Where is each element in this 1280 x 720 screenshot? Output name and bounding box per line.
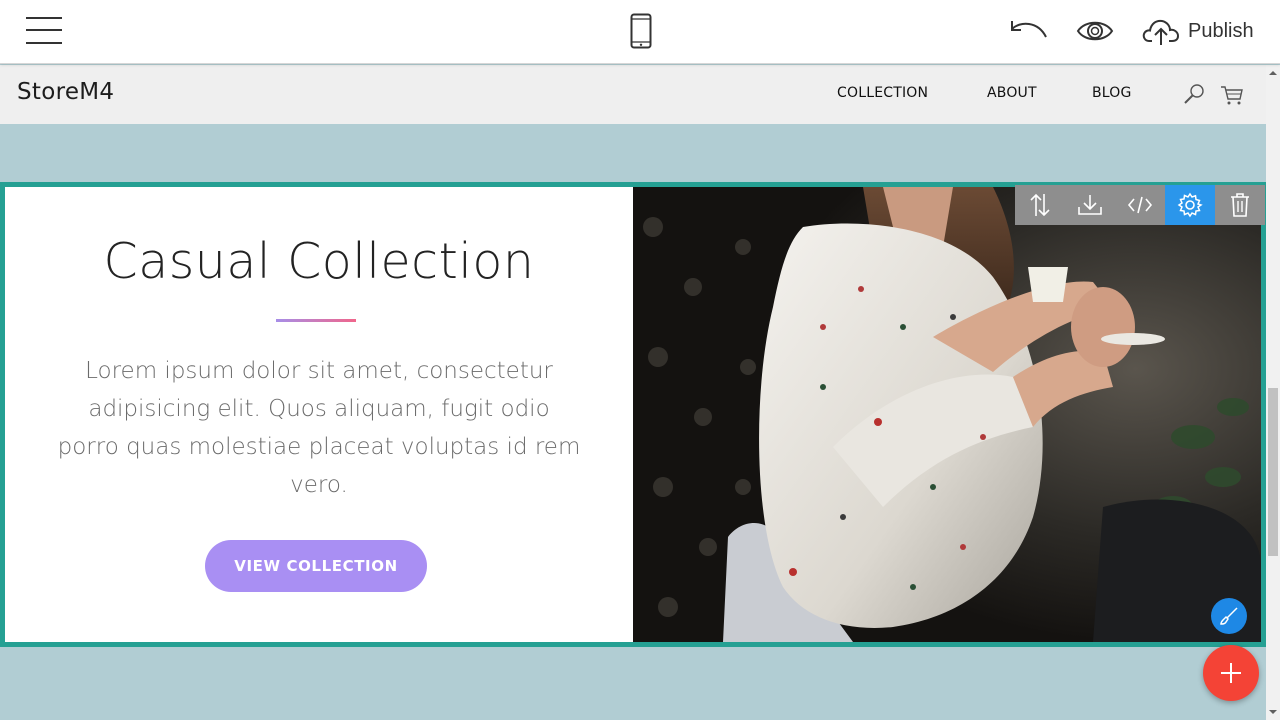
nav-link-about[interactable]: ABOUT: [987, 85, 1037, 101]
code-icon[interactable]: [1115, 185, 1165, 225]
collection-photo[interactable]: [633, 187, 1261, 642]
page-scrollbar[interactable]: [1266, 65, 1280, 720]
site-navbar: StoreM4 COLLECTION ABOUT BLOG: [0, 65, 1266, 124]
publish-label: Publish: [1188, 19, 1254, 42]
block-description[interactable]: Lorem ipsum dolor sit amet, consectetur …: [55, 352, 583, 504]
trash-icon[interactable]: [1215, 185, 1265, 225]
eye-icon[interactable]: [1076, 17, 1114, 45]
search-icon[interactable]: [1183, 83, 1205, 105]
plus-icon: [1221, 663, 1241, 683]
gear-icon[interactable]: [1165, 185, 1215, 225]
paintbrush-button[interactable]: [1211, 598, 1247, 634]
builder-toolbar: Publish: [0, 0, 1280, 64]
undo-icon[interactable]: [1008, 17, 1050, 45]
shopping-cart-icon[interactable]: [1220, 84, 1244, 106]
hamburger-icon[interactable]: [26, 17, 62, 44]
selected-block[interactable]: Casual Collection Lorem ipsum dolor sit …: [0, 182, 1266, 647]
cloud-upload-icon: [1142, 19, 1180, 45]
nav-link-collection[interactable]: COLLECTION: [837, 85, 928, 101]
add-block-button[interactable]: [1203, 645, 1259, 701]
scrollbar-thumb[interactable]: [1268, 388, 1278, 556]
site-brand[interactable]: StoreM4: [17, 79, 114, 105]
mobile-phone-icon[interactable]: [630, 13, 652, 49]
block-title[interactable]: Casual Collection: [5, 233, 633, 290]
view-collection-button[interactable]: VIEW COLLECTION: [205, 540, 427, 592]
reorder-arrows-icon[interactable]: [1015, 185, 1065, 225]
scroll-up-arrow-icon[interactable]: [1266, 68, 1280, 78]
publish-button[interactable]: Publish: [1142, 14, 1254, 48]
paintbrush-icon: [1220, 607, 1238, 625]
title-divider: [276, 319, 356, 322]
block-content: Casual Collection Lorem ipsum dolor sit …: [5, 187, 633, 642]
woman-in-blouse-image: [633, 187, 1261, 642]
download-icon[interactable]: [1065, 185, 1115, 225]
block-toolbar: [1015, 185, 1265, 225]
scroll-down-arrow-icon[interactable]: [1266, 707, 1280, 717]
nav-link-blog[interactable]: BLOG: [1092, 85, 1132, 101]
